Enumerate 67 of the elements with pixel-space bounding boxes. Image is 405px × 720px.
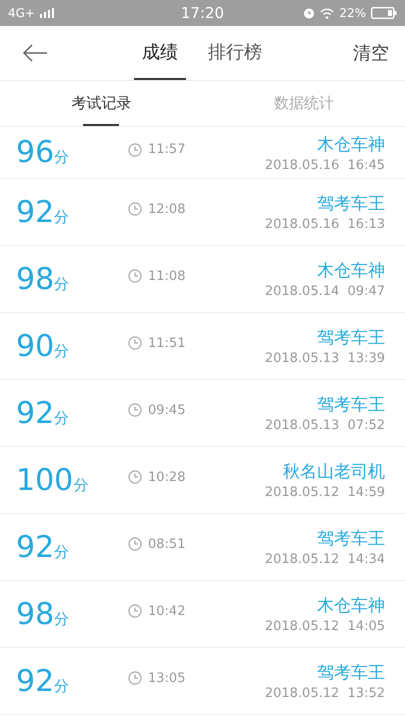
duration: 10:42 xyxy=(148,604,186,618)
duration: 11:08 xyxy=(148,268,186,284)
tab[interactable]: 成绩 xyxy=(134,26,186,80)
score: 92分 xyxy=(16,530,70,564)
score: 96分 xyxy=(16,135,70,170)
record-date: 2018.05.12 14:34 xyxy=(264,552,385,567)
sub-tab[interactable]: 数据统计 xyxy=(202,81,405,126)
clock-time: 17:20 xyxy=(180,4,224,22)
clock-icon xyxy=(128,470,142,484)
record-title: 驾考车王 xyxy=(317,193,385,215)
record-title: 木仓车神 xyxy=(317,134,385,156)
score: 100分 xyxy=(16,462,90,498)
duration: 13:05 xyxy=(148,670,186,686)
record-title: 驾考车王 xyxy=(317,327,385,349)
record-title: 驾考车王 xyxy=(317,528,385,550)
clock-icon xyxy=(128,537,142,551)
record-row[interactable]: 92分 13:05 驾考车王 2018.05.12 13:52 xyxy=(0,648,405,715)
battery-percent: 22% xyxy=(339,6,366,20)
record-row[interactable]: 100分 10:28 秋名山老司机 2018.05.12 14:59 xyxy=(0,447,405,514)
duration: 09:45 xyxy=(148,402,186,418)
record-row[interactable]: 96分 11:57 木仓车神 2018.05.16 16:45 xyxy=(0,127,405,179)
record-date: 2018.05.12 14:05 xyxy=(264,619,385,634)
record-date: 2018.05.13 13:39 xyxy=(264,351,385,366)
clock-icon xyxy=(128,336,142,350)
record-row[interactable]: 92分 12:08 驾考车王 2018.05.16 16:13 xyxy=(0,179,405,246)
clock-icon xyxy=(128,142,142,156)
record-title: 木仓车神 xyxy=(317,595,385,617)
duration: 08:51 xyxy=(148,536,186,552)
record-date: 2018.05.16 16:13 xyxy=(264,217,385,232)
clock-icon xyxy=(128,202,142,216)
score: 98分 xyxy=(16,262,70,296)
record-title: 驾考车王 xyxy=(317,394,385,416)
tab[interactable]: 排行榜 xyxy=(200,26,270,80)
score: 90分 xyxy=(16,328,70,364)
score: 92分 xyxy=(16,396,70,430)
score: 92分 xyxy=(16,194,70,230)
duration: 12:08 xyxy=(148,202,186,216)
duration: 10:28 xyxy=(148,470,186,484)
clock-icon xyxy=(128,269,142,283)
record-title: 木仓车神 xyxy=(317,260,385,282)
record-title: 驾考车王 xyxy=(317,662,385,684)
battery-icon xyxy=(370,7,397,19)
score: 98分 xyxy=(16,596,70,632)
duration: 11:57 xyxy=(148,142,186,157)
record-row[interactable]: 92分 08:51 驾考车王 2018.05.12 14:34 xyxy=(0,514,405,581)
clear-button[interactable]: 清空 xyxy=(353,41,389,65)
record-date: 2018.05.14 09:47 xyxy=(264,284,385,299)
alarm-icon xyxy=(303,7,316,19)
wifi-icon xyxy=(320,8,334,18)
clock-icon xyxy=(128,403,142,417)
duration: 11:51 xyxy=(148,336,186,350)
back-arrow-icon[interactable] xyxy=(22,44,48,62)
network-label: 4G+ xyxy=(8,6,35,20)
clock-icon xyxy=(128,604,142,618)
record-row[interactable]: 98分 11:08 木仓车神 2018.05.14 09:47 xyxy=(0,246,405,313)
sub-tab[interactable]: 考试记录 xyxy=(0,81,202,126)
record-date: 2018.05.13 07:52 xyxy=(264,418,385,433)
record-row[interactable]: 90分 11:51 驾考车王 2018.05.13 13:39 xyxy=(0,313,405,380)
record-date: 2018.05.16 16:45 xyxy=(264,158,385,172)
record-row[interactable]: 98分 10:42 木仓车神 2018.05.12 14:05 xyxy=(0,581,405,648)
record-date: 2018.05.12 13:52 xyxy=(264,686,385,701)
record-row[interactable]: 92分 09:45 驾考车王 2018.05.13 07:52 xyxy=(0,380,405,447)
record-title: 秋名山老司机 xyxy=(283,461,385,483)
score: 92分 xyxy=(16,664,70,698)
clock-icon xyxy=(128,671,142,685)
record-date: 2018.05.12 14:59 xyxy=(264,485,385,500)
signal-icon xyxy=(40,8,54,18)
